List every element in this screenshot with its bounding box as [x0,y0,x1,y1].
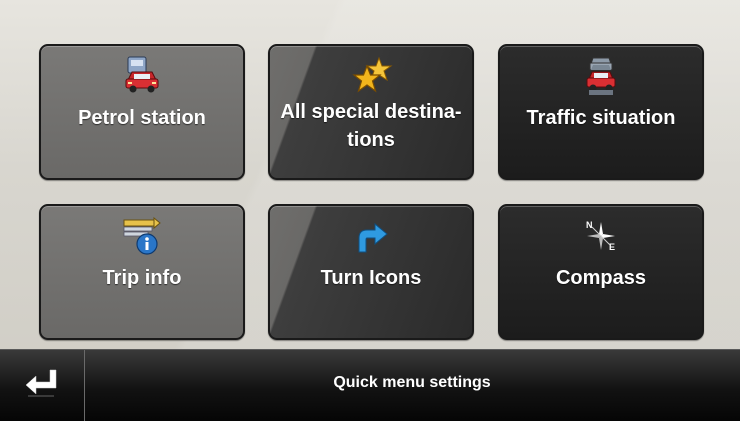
petrol-station-button[interactable]: Petrol station [39,44,245,180]
all-special-destinations-button[interactable]: All special destina- tions [268,44,474,180]
back-button[interactable] [0,350,85,421]
compass-icon: N E [586,220,615,252]
star-icon [352,56,393,93]
trip-info-label: Trip info [102,267,182,289]
all-special-destinations-label: All special destina- tions [270,98,472,154]
turn-icons-label: Turn Icons [320,267,422,289]
all-special-destinations-text: All special destina- tions [280,101,462,151]
turn-arrow-icon [358,222,388,253]
bottom-bar: Quick menu settings [0,349,740,421]
traffic-situation-button[interactable]: Traffic situation [498,44,704,180]
traffic-icon [586,57,616,95]
compass-button[interactable]: N E Compass [498,204,704,340]
trip-info-button[interactable]: Trip info [39,204,245,340]
screen-title: Quick menu settings [333,374,491,391]
compass-label: Compass [555,267,647,289]
trip-info-icon [123,216,161,255]
back-return-icon [25,369,57,397]
svg-text:E: E [609,242,615,252]
petrol-station-label: Petrol station [78,107,206,129]
petrol-station-icon [125,56,159,93]
turn-icons-button[interactable]: Turn Icons [268,204,474,340]
svg-text:N: N [586,220,593,230]
traffic-situation-label: Traffic situation [526,107,676,129]
quick-menu-screen: Petrol station All special destina- tion… [0,0,740,421]
